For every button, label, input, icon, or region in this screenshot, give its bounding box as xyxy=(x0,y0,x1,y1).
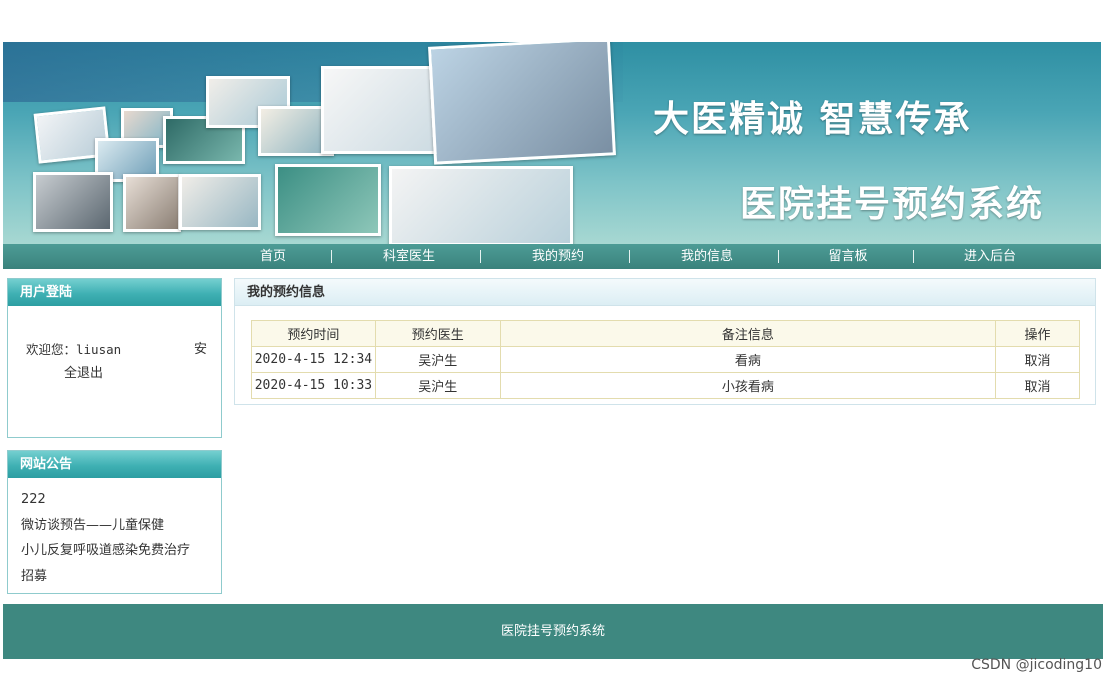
site-notice-title: 网站公告 xyxy=(8,451,221,478)
cancel-appointment-link[interactable]: 取消 xyxy=(995,372,1080,399)
nav-item-departments[interactable]: 科室医生 xyxy=(369,244,449,269)
banner-slogan-top: 大医精诚 智慧传承 xyxy=(653,99,972,140)
table-row: 2020-4-15 10:33 吴沪生 小孩看病 取消 xyxy=(251,372,1080,399)
page: 大医精诚 智慧传承 医院挂号预约系统 首页 科室医生 我的预约 我的信息 留言板… xyxy=(0,0,1116,685)
my-appointments-panel: 我的预约信息 预约时间 预约医生 备注信息 操作 2020-4-15 12:34… xyxy=(234,278,1096,405)
appointment-doctor: 吴沪生 xyxy=(374,346,501,373)
login-info: 欢迎您：liusan 安 全退出 xyxy=(8,306,221,386)
logout-link-part1[interactable]: 安 xyxy=(194,338,207,362)
staff-line-photo xyxy=(179,174,261,230)
notice-item[interactable]: 222 xyxy=(21,487,221,513)
nav-item-message-board[interactable]: 留言板 xyxy=(813,244,883,269)
column-header-action: 操作 xyxy=(995,320,1080,347)
nav-separator xyxy=(629,250,630,263)
surgery-photo xyxy=(275,164,381,236)
user-login-panel: 用户登陆 欢迎您：liusan 安 全退出 xyxy=(7,278,222,438)
column-header-note: 备注信息 xyxy=(499,320,997,347)
nav-item-home[interactable]: 首页 xyxy=(241,244,305,269)
appointment-doctor: 吴沪生 xyxy=(374,372,501,399)
appointments-table: 预约时间 预约医生 备注信息 操作 2020-4-15 12:34 吴沪生 看病… xyxy=(251,320,1080,399)
column-header-time: 预约时间 xyxy=(251,320,376,347)
nurses-group-photo xyxy=(389,166,573,244)
doctor-portrait-photo xyxy=(123,174,181,232)
appointment-time: 2020-4-15 12:34 xyxy=(251,346,376,373)
banner-slogan-bottom: 医院挂号预约系统 xyxy=(740,184,1045,225)
logout-link-part2[interactable]: 全退出 xyxy=(26,362,207,386)
nav-item-my-info[interactable]: 我的信息 xyxy=(667,244,747,269)
nav-item-my-appointments[interactable]: 我的预约 xyxy=(518,244,598,269)
nav-separator xyxy=(331,250,332,263)
equipment-photo xyxy=(33,172,113,232)
appointment-time: 2020-4-15 10:33 xyxy=(251,372,376,399)
nav-separator xyxy=(913,250,914,263)
main-nav: 首页 科室医生 我的预约 我的信息 留言板 进入后台 xyxy=(3,244,1101,269)
nav-separator xyxy=(778,250,779,263)
cancel-appointment-link[interactable]: 取消 xyxy=(995,346,1080,373)
table-header-row: 预约时间 预约医生 备注信息 操作 xyxy=(251,320,1080,347)
watermark: CSDN @jicoding10 xyxy=(971,657,1102,673)
column-header-doctor: 预约医生 xyxy=(374,320,501,347)
site-notice-panel: 网站公告 222 微访谈预告——儿童保健 小儿反复呼吸道感染免费治疗 招募 xyxy=(7,450,222,594)
notice-item[interactable]: 小儿反复呼吸道感染免费治疗 xyxy=(21,538,221,564)
nav-item-admin[interactable]: 进入后台 xyxy=(950,244,1030,269)
appointment-note: 小孩看病 xyxy=(499,372,997,399)
user-login-title: 用户登陆 xyxy=(8,279,221,306)
table-row: 2020-4-15 12:34 吴沪生 看病 取消 xyxy=(251,346,1080,373)
notice-item[interactable]: 招募 xyxy=(21,564,221,590)
hospital-building-photo xyxy=(428,42,616,165)
my-appointments-title: 我的预约信息 xyxy=(235,279,1095,306)
header-banner: 大医精诚 智慧传承 医院挂号预约系统 xyxy=(3,42,1101,244)
notice-item[interactable]: 微访谈预告——儿童保健 xyxy=(21,513,221,539)
notice-list: 222 微访谈预告——儿童保健 小儿反复呼吸道感染免费治疗 招募 xyxy=(8,478,221,589)
footer: 医院挂号预约系统 xyxy=(3,604,1103,659)
welcome-text: 欢迎您：liusan xyxy=(26,342,122,357)
nav-separator xyxy=(480,250,481,263)
appointment-note: 看病 xyxy=(499,346,997,373)
